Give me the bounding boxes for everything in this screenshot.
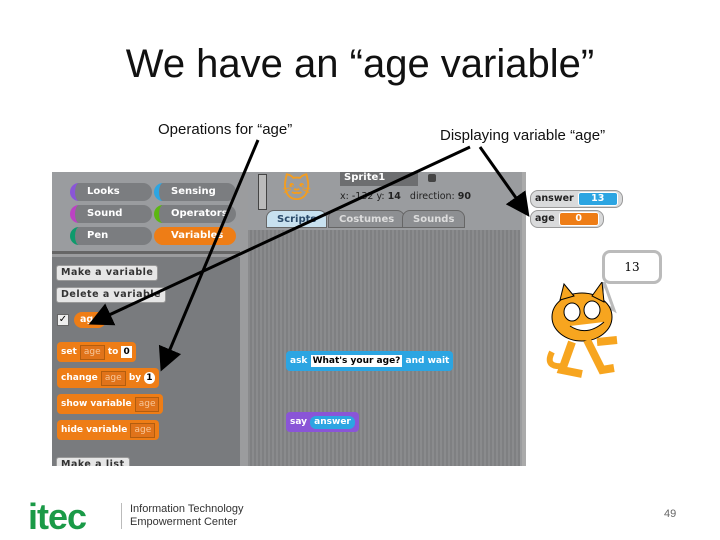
organization-name: Information Technology Empowerment Center [121,503,244,529]
arrow-to-age-monitor [478,146,530,217]
annotation-arrows [88,139,530,372]
itec-logo: itec [28,496,87,537]
page-number: 49 [664,508,677,520]
arrow-to-age-reporter [88,145,471,326]
